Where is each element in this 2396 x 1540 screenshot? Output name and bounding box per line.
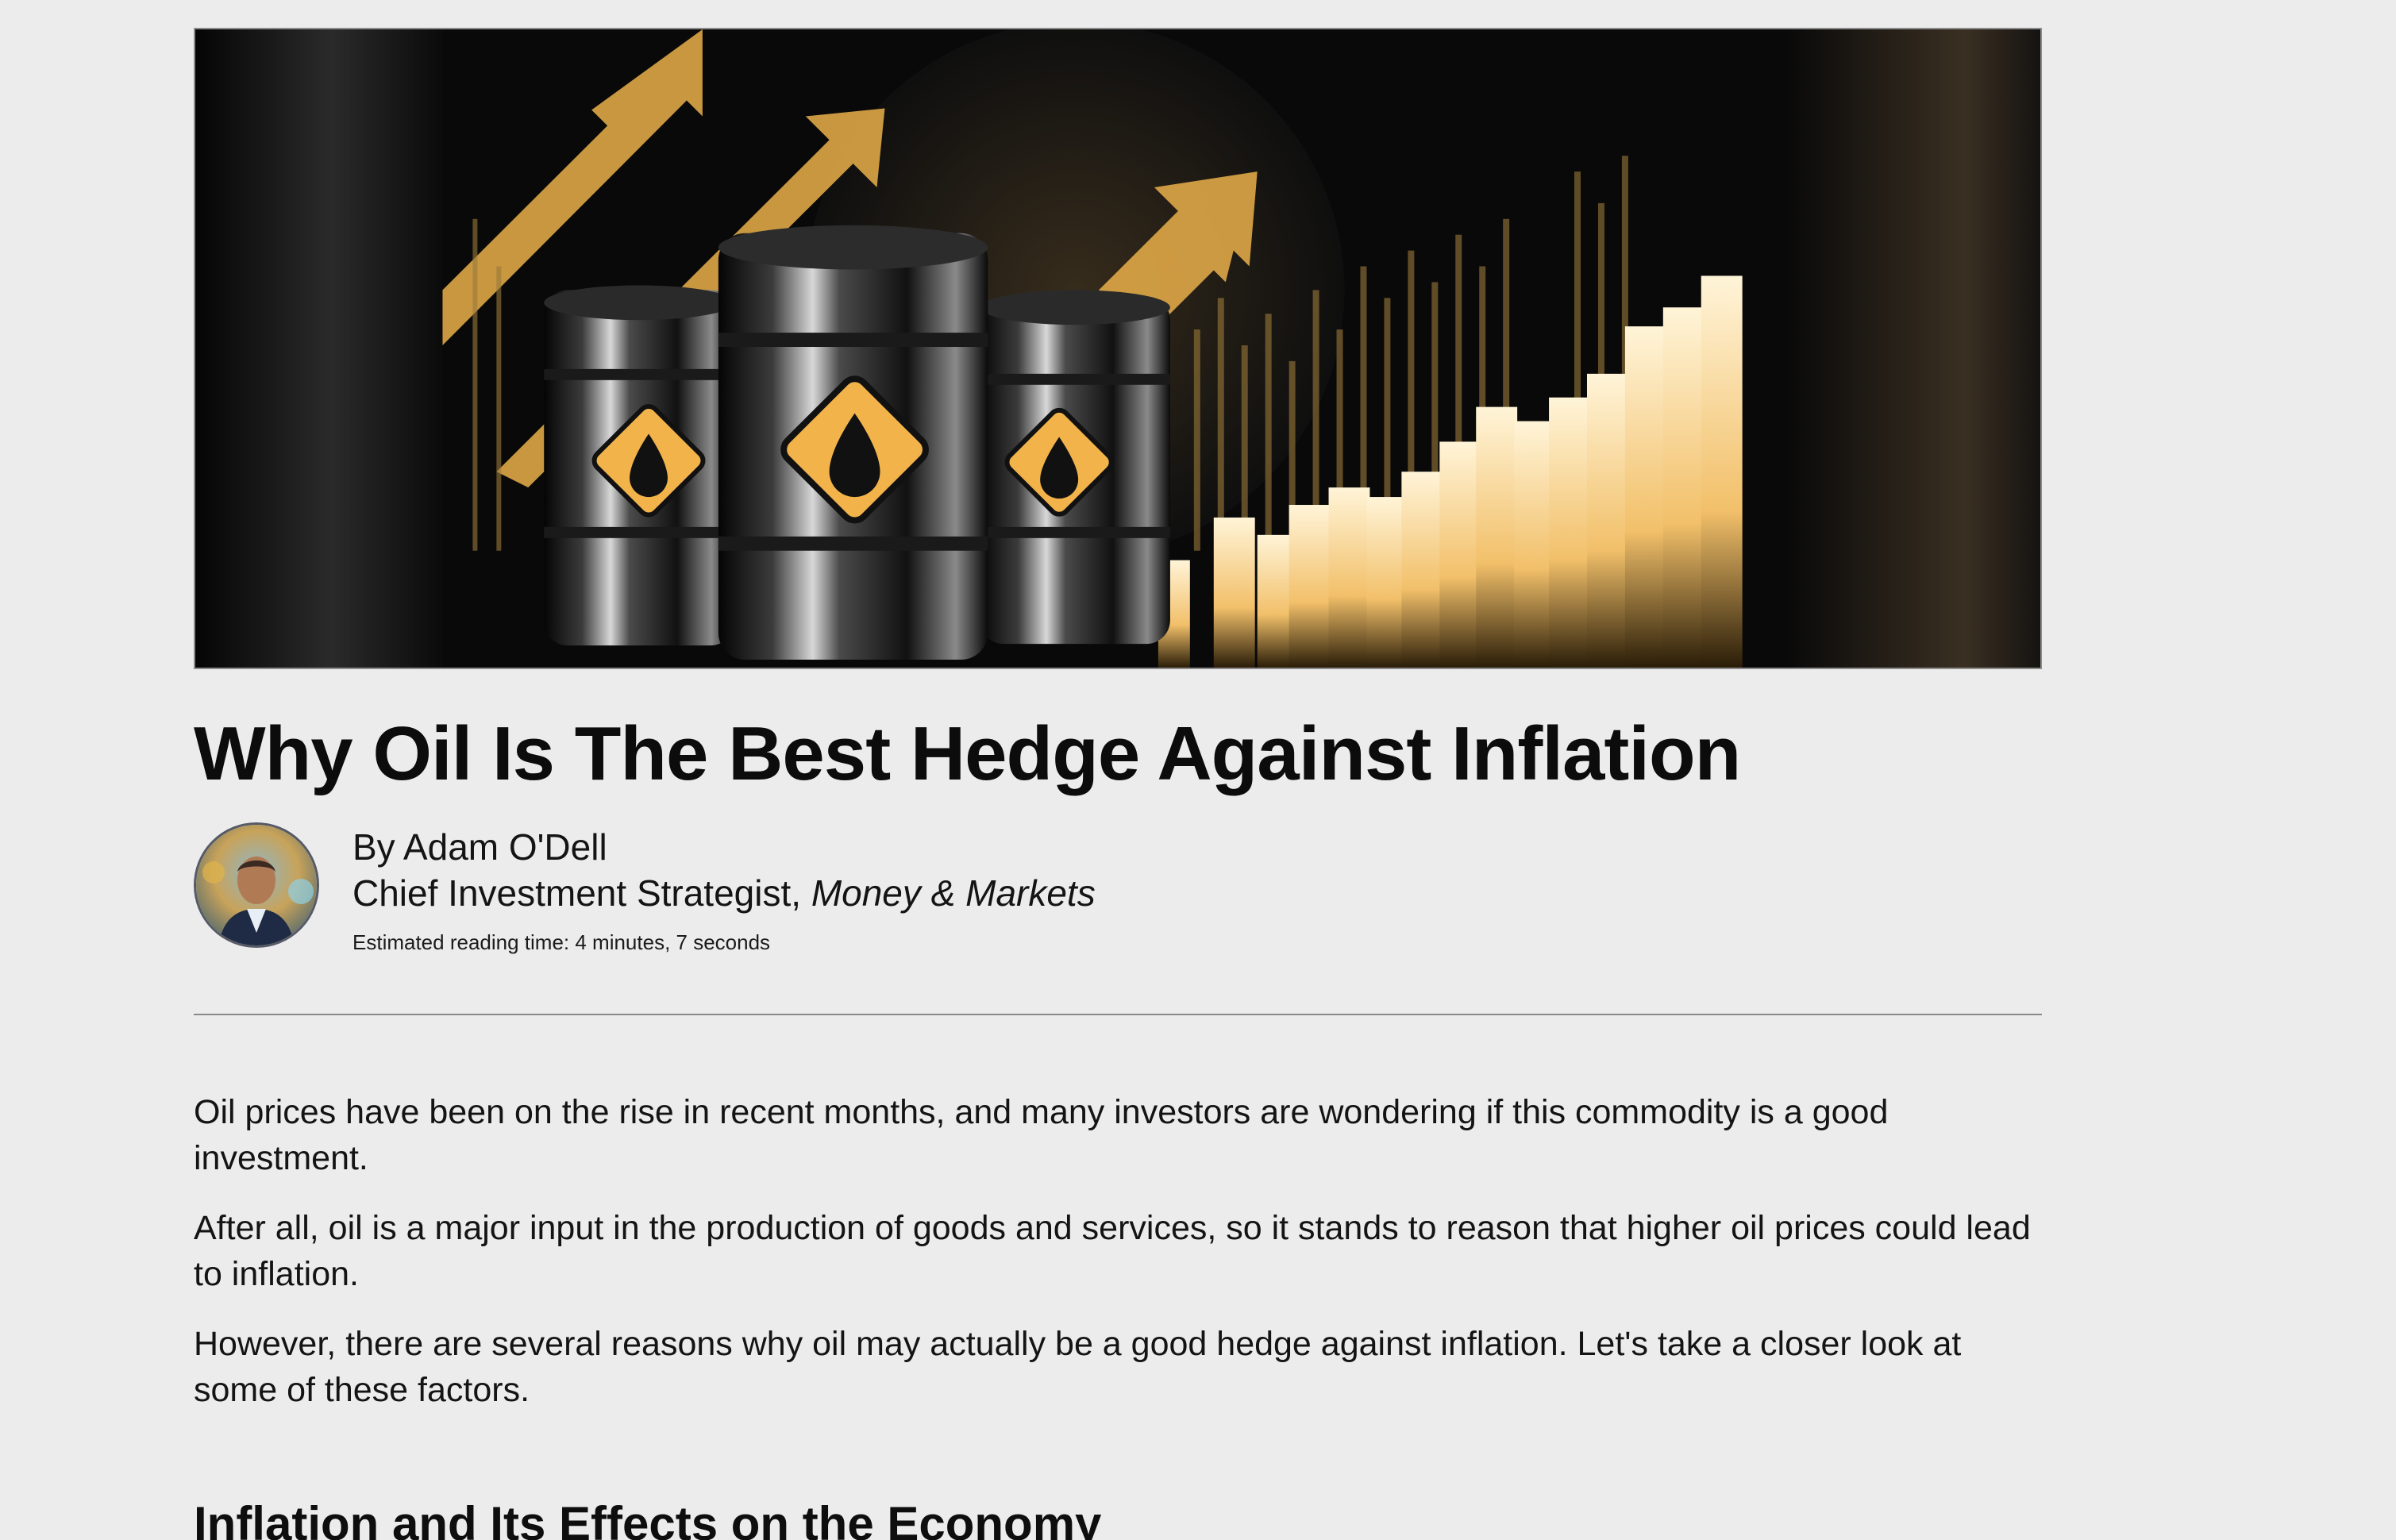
paragraph: After all, oil is a major input in the p… — [194, 1209, 2031, 1293]
author-role: Chief Investment Strategist, — [352, 872, 802, 914]
reading-time: Estimated reading time: 4 minutes, 7 sec… — [352, 930, 771, 954]
paragraph: However, there are several reasons why o… — [194, 1325, 1962, 1409]
author-role-line: Chief Investment Strategist, Money & Mar… — [352, 870, 1096, 916]
author-byline: By Adam O'Dell Chief Investment Strategi… — [352, 824, 1096, 916]
section-heading: Inflation and Its Effects on the Economy — [194, 1497, 1102, 1540]
author-avatar[interactable] — [194, 822, 319, 948]
author-name[interactable]: By Adam O'Dell — [352, 824, 1096, 870]
publication-name[interactable]: Money & Markets — [811, 872, 1096, 914]
article-title: Why Oil Is The Best Hedge Against Inflat… — [194, 711, 1741, 796]
paragraph: Oil prices have been on the rise in rece… — [194, 1093, 1889, 1177]
divider — [194, 1014, 2042, 1015]
author-portrait-icon — [196, 825, 317, 945]
hero-image — [194, 28, 2042, 669]
oil-barrels-chart-icon — [195, 29, 2040, 668]
article-page: Why Oil Is The Best Hedge Against Inflat… — [0, 0, 2396, 1540]
article-body: Oil prices have been on the rise in rece… — [194, 1089, 2051, 1437]
